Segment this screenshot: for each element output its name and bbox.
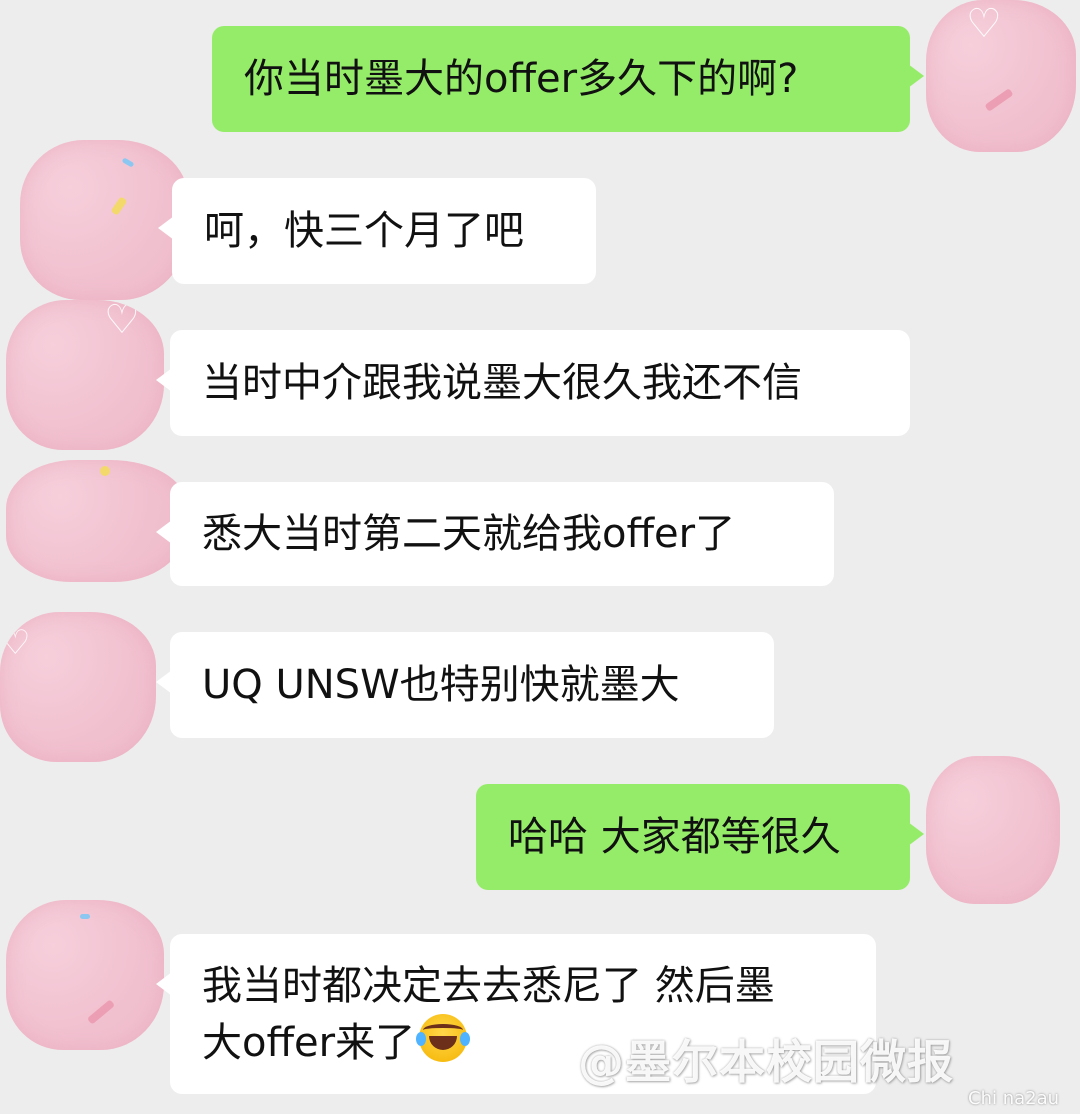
watermark: @墨尔本校园微报: [578, 1035, 954, 1089]
message-text: 悉大当时第二天就给我offer了: [202, 511, 736, 557]
message-text: 哈哈 大家都等很久: [508, 814, 841, 860]
message-text-line-2: 大offer来了: [202, 1019, 416, 1066]
face-with-tears-of-joy-icon: [416, 1013, 471, 1062]
chat-bubble-incoming[interactable]: 呵，快三个月了吧: [158, 178, 596, 284]
avatar[interactable]: ♡: [6, 300, 164, 450]
decorative-speck: [100, 466, 110, 476]
message-text: 你当时墨大的offer多久下的啊?: [244, 56, 799, 102]
decorative-speck: [110, 196, 128, 216]
decorative-speck: [80, 914, 90, 919]
message-text: UQ UNSW也特别快就墨大: [202, 662, 680, 708]
message-text: 呵，快三个月了吧: [204, 208, 524, 254]
decorative-speck: [121, 157, 135, 168]
message-text-line-2-row: 大offer来了: [202, 1013, 471, 1071]
avatar[interactable]: ♡: [926, 0, 1076, 152]
chat-bubble-outgoing[interactable]: 哈哈 大家都等很久: [476, 784, 924, 890]
message-text: 当时中介跟我说墨大很久我还不信: [202, 360, 802, 406]
avatar[interactable]: [926, 756, 1060, 904]
avatar[interactable]: ♡: [0, 612, 156, 762]
heart-icon: ♡: [0, 623, 31, 663]
chat-bubble-incoming[interactable]: 悉大当时第二天就给我offer了: [156, 482, 834, 586]
message-text-line-1: 我当时都决定去去悉尼了 然后墨: [202, 962, 775, 1009]
heart-icon: ♡: [104, 300, 140, 343]
decorative-speck: [984, 88, 1014, 112]
chat-bubble-outgoing[interactable]: 你当时墨大的offer多久下的啊?: [212, 26, 924, 132]
chat-area: 你当时墨大的offer多久下的啊? ♡ 呵，快三个月了吧 ♡ 当时中介跟我说墨大…: [0, 0, 1080, 1114]
heart-icon: ♡: [966, 1, 1002, 47]
chat-bubble-incoming[interactable]: UQ UNSW也特别快就墨大: [156, 632, 774, 738]
site-watermark: Chi na2au: [968, 1088, 1060, 1109]
avatar[interactable]: [6, 900, 164, 1050]
decorative-speck: [86, 999, 116, 1025]
chat-bubble-incoming[interactable]: 当时中介跟我说墨大很久我还不信: [156, 330, 910, 436]
